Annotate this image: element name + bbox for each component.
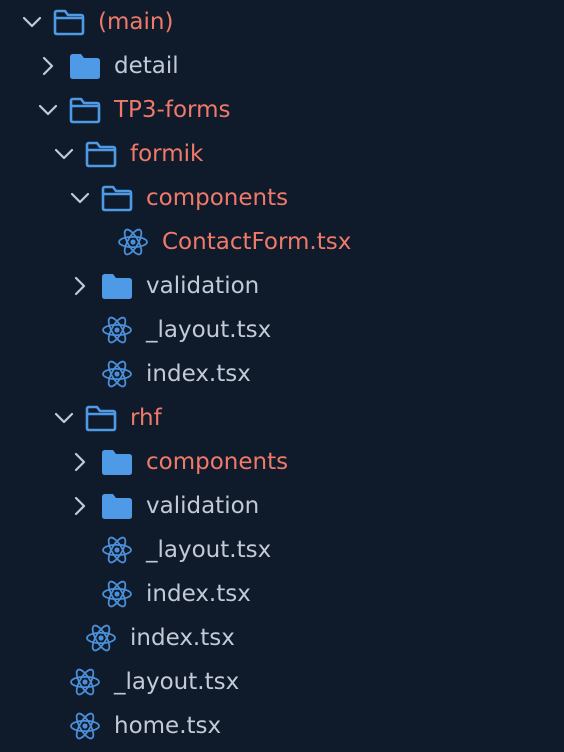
chevron-down-icon[interactable] — [36, 98, 60, 122]
tree-file-home-tsx[interactable]: home.tsx — [0, 704, 564, 748]
tree-file-index-tsx[interactable]: index.tsx — [0, 352, 564, 396]
folder-icon — [68, 51, 102, 81]
tree-file-layout-tsx[interactable]: _layout.tsx — [0, 308, 564, 352]
tree-folder-validation[interactable]: validation — [0, 264, 564, 308]
tree-item-label: index.tsx — [146, 581, 251, 607]
folder-icon — [100, 447, 134, 477]
tree-folder-tp3-forms[interactable]: TP3-forms — [0, 88, 564, 132]
chevron-right-icon[interactable] — [36, 54, 60, 78]
react-icon — [100, 315, 134, 345]
react-icon — [100, 579, 134, 609]
tree-item-label: formik — [130, 141, 204, 167]
react-icon — [116, 227, 150, 257]
tree-item-label: _layout.tsx — [114, 669, 240, 695]
tree-item-label: components — [146, 449, 289, 475]
tree-folder-validation[interactable]: validation — [0, 484, 564, 528]
chevron-down-icon[interactable] — [20, 10, 44, 34]
tree-item-label: validation — [146, 273, 260, 299]
tree-folder-formik[interactable]: formik — [0, 132, 564, 176]
tree-item-label: ContactForm.tsx — [162, 229, 352, 255]
tree-item-label: components — [146, 185, 289, 211]
chevron-right-icon[interactable] — [68, 494, 92, 518]
tree-item-label: index.tsx — [146, 361, 251, 387]
tree-folder-detail[interactable]: detail — [0, 44, 564, 88]
tree-folder-components[interactable]: components — [0, 176, 564, 220]
react-icon — [84, 623, 118, 653]
tree-item-label: _layout.tsx — [146, 537, 272, 563]
chevron-down-icon[interactable] — [52, 406, 76, 430]
react-icon — [68, 711, 102, 741]
chevron-right-icon[interactable] — [68, 274, 92, 298]
tree-file-layout-tsx[interactable]: _layout.tsx — [0, 660, 564, 704]
file-explorer-tree: (main) detail TP3-forms formik components Con… — [0, 0, 564, 752]
folder-open-icon — [68, 95, 102, 125]
folder-open-icon — [84, 403, 118, 433]
tree-folder-rhf[interactable]: rhf — [0, 396, 564, 440]
tree-item-label: rhf — [130, 405, 162, 431]
react-icon — [68, 667, 102, 697]
tree-file-index-tsx[interactable]: index.tsx — [0, 616, 564, 660]
folder-open-icon — [52, 7, 86, 37]
tree-item-label: index.tsx — [130, 625, 235, 651]
tree-item-label: (main) — [98, 9, 174, 35]
tree-item-label: home.tsx — [114, 713, 222, 739]
chevron-right-icon[interactable] — [68, 450, 92, 474]
tree-item-label: validation — [146, 493, 260, 519]
chevron-down-icon[interactable] — [52, 142, 76, 166]
tree-file-contactform-tsx[interactable]: ContactForm.tsx — [0, 220, 564, 264]
folder-icon — [100, 491, 134, 521]
tree-item-label: TP3-forms — [114, 97, 231, 123]
chevron-down-icon[interactable] — [68, 186, 92, 210]
tree-file-index-tsx[interactable]: index.tsx — [0, 572, 564, 616]
react-icon — [100, 359, 134, 389]
tree-folder-components[interactable]: components — [0, 440, 564, 484]
tree-folder-main[interactable]: (main) — [0, 0, 564, 44]
tree-file-layout-tsx[interactable]: _layout.tsx — [0, 528, 564, 572]
tree-item-label: detail — [114, 53, 179, 79]
folder-icon — [100, 271, 134, 301]
react-icon — [100, 535, 134, 565]
tree-item-label: _layout.tsx — [146, 317, 272, 343]
folder-open-icon — [100, 183, 134, 213]
folder-open-icon — [84, 139, 118, 169]
